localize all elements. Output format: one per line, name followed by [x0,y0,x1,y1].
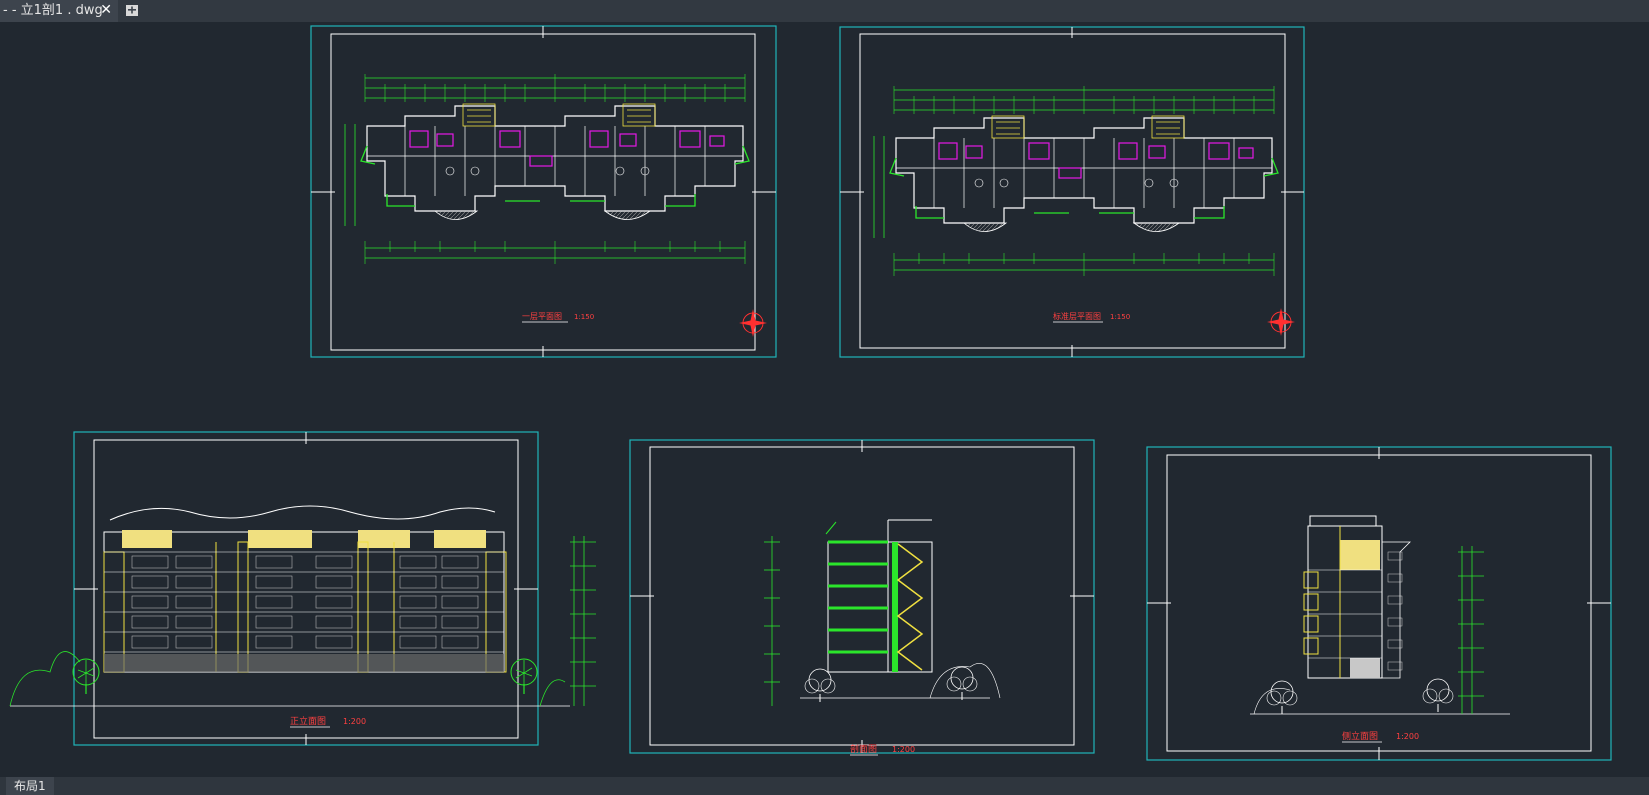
sheet-border [93,439,519,739]
new-tab-button[interactable] [118,0,146,22]
ground-floor-plan-drawing [344,73,750,265]
section-drawing [764,519,1001,706]
ground-floor-plan-title: 一层平面图 [522,312,562,321]
sheet-side-elevation: 侧立面图 1:200 [1146,446,1612,761]
front-elevation-drawing [9,505,596,707]
drawing-svg: 一层平面图 1:150 标准层平面图 1:150 正立面图 1:200 剖面图 … [9,25,1612,761]
sheet-ground-floor-plan: 一层平面图 1:150 [310,25,777,358]
drawing-canvas[interactable]: 一层平面图 1:150 标准层平面图 1:150 正立面图 1:200 剖面图 … [0,22,1649,777]
compass-icon [1266,307,1296,337]
typical-floor-plan-scale: 1:150 [1110,313,1130,321]
tree-icon [1422,678,1454,713]
sheet-border [649,446,1075,746]
tree-icon [510,658,538,695]
sheet-border [859,33,1286,349]
tree-icon [1266,680,1298,715]
document-tab-bar: - - 立1剖1 . dwg ✕ [0,0,1649,22]
document-tab[interactable]: - - 立1剖1 . dwg ✕ [0,0,118,22]
viewport-frame [629,439,1095,754]
viewport-frame [1146,446,1612,761]
section-title: 剖面图 [850,743,877,755]
viewport-frame [310,25,777,358]
viewport-frame [73,431,539,746]
sheet-border [1166,454,1592,752]
close-icon[interactable]: ✕ [100,0,112,21]
sheet-typical-floor-plan: 标准层平面图 1:150 [839,26,1305,358]
sheet-section: 剖面图 1:200 [629,439,1095,756]
side-elevation-title: 侧立面图 [1342,730,1378,742]
front-elevation-scale: 1:200 [343,717,366,726]
sheet-border [330,33,756,351]
ground-floor-plan-scale: 1:150 [574,313,594,321]
front-elevation-title: 正立面图 [290,715,326,727]
typical-floor-plan-drawing [873,85,1279,277]
side-elevation-drawing [1250,515,1510,715]
layout-tab-bar: 布局1 [0,777,1649,795]
tree-icon [72,658,100,695]
compass-icon [738,308,768,338]
viewport-frame [839,26,1305,358]
section-scale: 1:200 [892,745,915,754]
layout-tab[interactable]: 布局1 [6,777,54,795]
sheet-front-elevation: 正立面图 1:200 [9,431,596,746]
new-document-icon [126,5,138,16]
tree-icon [946,666,978,701]
side-elevation-scale: 1:200 [1396,732,1419,741]
typical-floor-plan-title: 标准层平面图 [1053,311,1101,321]
tree-icon [804,668,836,703]
document-tab-label: - - 立1剖1 . dwg [3,3,103,18]
